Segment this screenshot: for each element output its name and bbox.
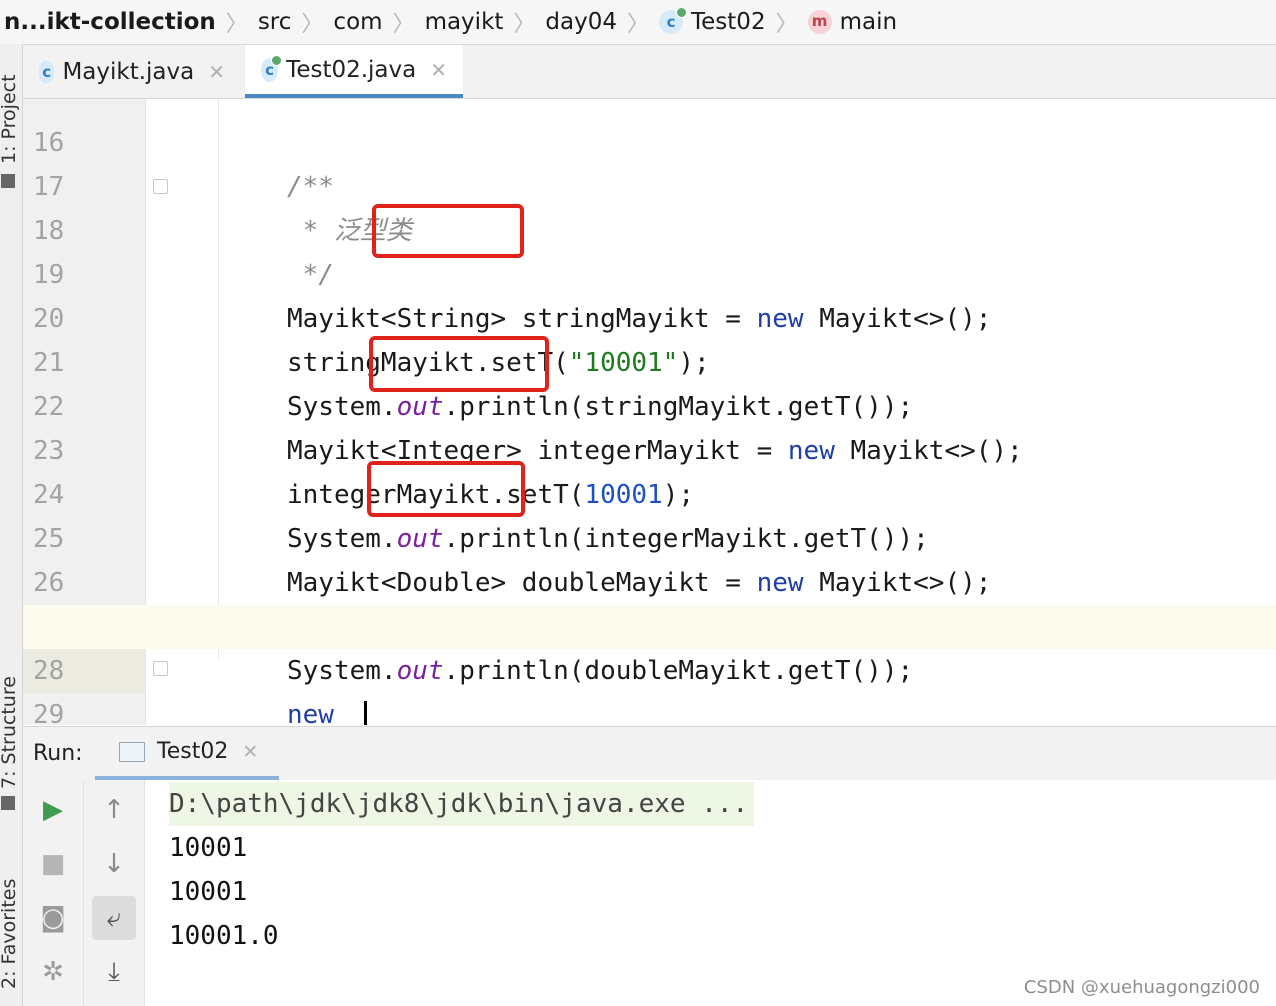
run-toolbar-primary: ▶ ■ ◙ ✲: [23, 780, 84, 1006]
method-icon: m: [807, 10, 832, 34]
console-output-line: 10001.0: [169, 921, 279, 951]
breadcrumb-project[interactable]: n...ikt-collection: [0, 9, 220, 35]
run-tab-test02[interactable]: Test02 ✕: [95, 727, 279, 780]
breadcrumb-src-label: src: [257, 9, 292, 35]
tab-test02-java[interactable]: c Test02.java ✕: [245, 45, 463, 98]
run-class-icon: c: [261, 54, 283, 82]
console-icon: [119, 741, 145, 762]
favorites-tool-label: 2: Favorites: [0, 878, 20, 989]
code-line[interactable]: 23 integerMayikt.setT(10001);: [23, 385, 1276, 510]
code-line[interactable]: 25 Mayikt<Double> doubleMayikt = new May…: [23, 473, 1276, 598]
breadcrumb-day04[interactable]: day04: [541, 9, 621, 35]
structure-icon: [1, 796, 15, 810]
class-icon: c: [39, 59, 55, 84]
breadcrumb-test02[interactable]: c Test02: [655, 7, 770, 35]
breadcrumb-mayikt[interactable]: mayikt: [421, 9, 508, 35]
code-line[interactable]: 24 System.out.println(integerMayikt.getT…: [23, 429, 1276, 554]
code-line[interactable]: 22 Mayikt<Integer> integerMayikt = new M…: [23, 341, 1276, 466]
folder-icon: [1, 174, 15, 188]
run-panel-title: Run:: [33, 741, 83, 766]
breadcrumb-src[interactable]: src: [254, 9, 296, 35]
close-icon[interactable]: ✕: [208, 60, 225, 84]
code-editor[interactable]: 16 /** 17 * 泛型类 18 */ 19 Mayikt<String> …: [23, 99, 1276, 725]
down-arrow-icon[interactable]: ↓: [92, 842, 136, 886]
tab-label: Mayikt.java: [62, 58, 195, 85]
close-icon[interactable]: ✕: [430, 58, 447, 82]
console-output[interactable]: D:\path\jdk\jdk8\jdk\bin\java.exe ... 10…: [145, 780, 1276, 1006]
structure-tool-button[interactable]: 7: Structure: [0, 676, 20, 789]
code-line[interactable]: 17 * 泛型类: [23, 121, 1276, 246]
run-icon[interactable]: ▶: [31, 788, 75, 832]
breadcrumb: n...ikt-collection 〉 src 〉 com 〉 mayikt …: [0, 0, 1276, 45]
breadcrumb-com[interactable]: com: [329, 9, 386, 35]
tab-mayikt-java[interactable]: c Mayikt.java ✕: [23, 45, 241, 98]
breadcrumb-separator: 〉: [225, 12, 248, 37]
project-tool-label: 1: Project: [0, 74, 20, 164]
code-line[interactable]: 20 stringMayikt.setT("10001");: [23, 253, 1276, 378]
code-line[interactable]: 30 }: [23, 693, 1276, 725]
code-line[interactable]: 19 Mayikt<String> stringMayikt = new May…: [23, 209, 1276, 334]
breadcrumb-test02-label: Test02: [691, 9, 766, 35]
code-line[interactable]: 18 */: [23, 165, 1276, 290]
breadcrumb-separator: 〉: [513, 12, 536, 37]
breadcrumb-main-label: main: [839, 9, 898, 35]
tab-label: Test02.java: [286, 56, 417, 83]
fold-toggle[interactable]: [153, 661, 168, 676]
breadcrumb-separator: 〉: [301, 12, 324, 37]
code-line[interactable]: 29 }: [23, 649, 1276, 725]
console-output-line: 10001: [169, 877, 248, 907]
breadcrumb-separator: 〉: [392, 12, 415, 37]
project-tool-button[interactable]: 1: Project: [0, 74, 20, 164]
scroll-to-end-icon[interactable]: ⤓: [92, 950, 136, 994]
settings-icon[interactable]: ✲: [31, 950, 75, 994]
structure-tool-label: 7: Structure: [0, 676, 20, 789]
stop-icon[interactable]: ■: [31, 842, 75, 886]
breadcrumb-separator: 〉: [775, 12, 798, 37]
breadcrumb-separator: 〉: [627, 12, 650, 37]
editor-tab-bar: c Mayikt.java ✕ c Test02.java ✕: [23, 45, 1276, 99]
breadcrumb-mayikt-label: mayikt: [424, 9, 504, 35]
soft-wrap-icon[interactable]: ⤶: [92, 896, 136, 940]
code-line-current[interactable]: 28 new: [23, 605, 1276, 725]
code-line[interactable]: 26 doubleMayikt.setT(10001.00);: [23, 517, 1276, 642]
run-class-icon: c: [659, 7, 688, 34]
run-panel-header: Run: Test02 ✕: [23, 726, 1276, 781]
breadcrumb-com-label: com: [333, 9, 383, 35]
run-toolbar-secondary: ↑ ↓ ⤶ ⤓: [84, 780, 145, 1006]
close-icon[interactable]: ✕: [242, 741, 258, 763]
breadcrumb-main[interactable]: m main: [804, 9, 901, 35]
up-arrow-icon[interactable]: ↑: [92, 788, 136, 832]
run-tab-label: Test02: [157, 739, 229, 764]
breadcrumb-day04-label: day04: [545, 9, 617, 35]
code-line[interactable]: 16 /**: [23, 99, 1276, 202]
breadcrumb-project-label: n...ikt-collection: [4, 9, 216, 35]
watermark: CSDN @xuehuagongzi000: [1023, 977, 1260, 998]
console-output-line: 10001: [169, 833, 248, 863]
fold-toggle[interactable]: [153, 179, 168, 194]
tool-window-strip: 1: Project 7: Structure 2: Favorites: [0, 44, 23, 1006]
code-line[interactable]: 21 System.out.println(stringMayikt.getT(…: [23, 297, 1276, 422]
console-command-line: D:\path\jdk\jdk8\jdk\bin\java.exe ...: [169, 782, 755, 826]
code-line[interactable]: 27 System.out.println(doubleMayikt.getT(…: [23, 561, 1276, 686]
camera-icon[interactable]: ◙: [31, 896, 75, 940]
favorites-tool-button[interactable]: 2: Favorites: [0, 879, 20, 989]
